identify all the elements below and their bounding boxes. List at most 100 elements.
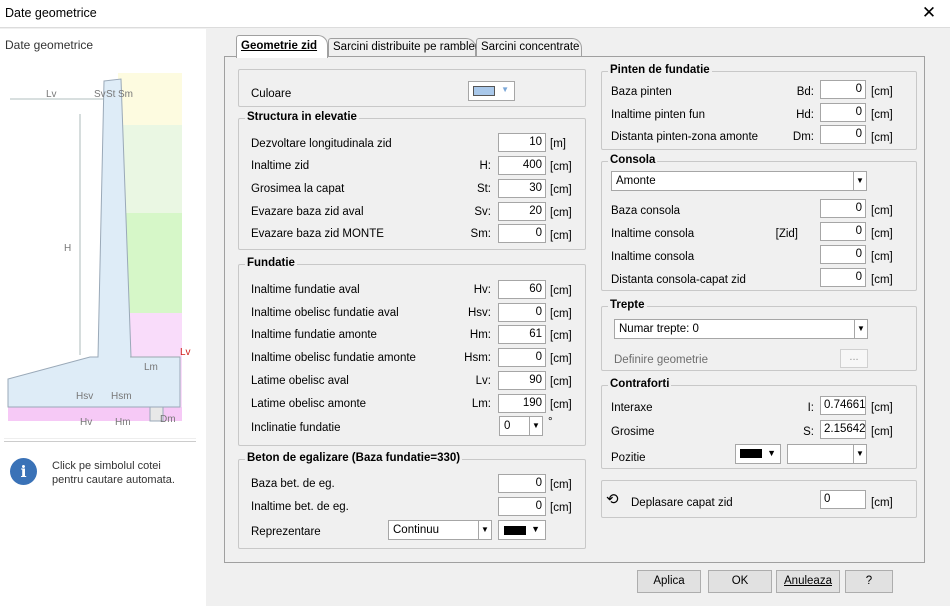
pinten-label-1: Inaltime pinten fun — [611, 109, 705, 121]
pinten-unit-0: [cm] — [871, 86, 893, 98]
fundatie-input-2[interactable]: 61 — [498, 325, 546, 344]
pozitie-label: Pozitie — [611, 452, 646, 464]
consola-input-0[interactable]: 0 — [820, 199, 866, 218]
fundatie-sym-4[interactable]: Lv: — [449, 375, 491, 387]
contraforti-input-0[interactable]: 0.74661! — [820, 396, 866, 415]
contraforti-sym-1[interactable]: S: — [772, 426, 814, 438]
beton-label-1: Inaltime bet. de eg. — [251, 501, 349, 513]
pozitie-select[interactable]: ▼ — [787, 444, 867, 464]
structura-title: Structura in elevatie — [245, 111, 359, 123]
reprezentare-select[interactable]: Continuu ▼ — [388, 520, 492, 540]
structura-input-2[interactable]: 30 — [498, 179, 546, 198]
dim-label-lm[interactable]: Lm — [144, 362, 158, 373]
close-icon[interactable]: ✕ — [914, 2, 944, 24]
fundatie-label-2: Inaltime fundatie amonte — [251, 329, 377, 341]
fundatie-input-0[interactable]: 60 — [498, 280, 546, 299]
tab-sarcini-distribuite[interactable]: Sarcini distribuite pe rambleu — [328, 38, 481, 57]
consola-label-1: Inaltime consola — [611, 228, 695, 240]
dim-label-hv[interactable]: Hv — [80, 417, 92, 428]
dim-label-sv[interactable]: Sv — [94, 89, 106, 100]
consola-sym-1[interactable]: [Zid] — [762, 228, 798, 240]
culoare-swatch — [473, 86, 495, 96]
dim-label-lv-red[interactable]: Lv — [180, 347, 191, 358]
dim-label-sm[interactable]: Sm — [118, 89, 133, 100]
consola-title: Consola — [608, 154, 658, 166]
consola-input-1[interactable]: 0 — [820, 222, 866, 241]
pinten-input-2[interactable]: 0 — [820, 125, 866, 144]
consola-input-2[interactable]: 0 — [820, 245, 866, 264]
deplasare-input[interactable]: 0 — [820, 490, 866, 509]
fundatie-input-4[interactable]: 90 — [498, 371, 546, 390]
chevron-down-icon[interactable]: ▼ — [853, 444, 866, 464]
structura-label-2: Grosimea la capat — [251, 183, 345, 195]
chevron-down-icon[interactable]: ▼ — [853, 171, 866, 191]
deplasare-group: ⟲ Deplasare capat zid 0 [cm] — [601, 480, 917, 518]
consola-unit-2: [cm] — [871, 251, 893, 263]
dim-label-st[interactable]: St — [106, 89, 116, 100]
pinten-sym-0[interactable]: Bd: — [772, 86, 814, 98]
pinten-sym-1[interactable]: Hd: — [772, 109, 814, 121]
trepte-select[interactable]: Numar trepte: 0 ▼ — [614, 319, 868, 339]
fundatie-sym-5[interactable]: Lm: — [449, 398, 491, 410]
chevron-down-icon[interactable]: ▼ — [529, 416, 542, 436]
anuleaza-button[interactable]: Anuleaza — [776, 570, 840, 593]
dim-label-hm[interactable]: Hm — [115, 417, 131, 428]
structura-input-0[interactable]: 10 — [498, 133, 546, 152]
pinten-title: Pinten de fundatie — [608, 64, 712, 76]
structura-group: Structura in elevatie Dezvoltare longitu… — [238, 111, 586, 250]
title-bar: Date geometrice ✕ — [0, 0, 950, 28]
fundatie-input-1[interactable]: 0 — [498, 303, 546, 322]
pinten-sym-2[interactable]: Dm: — [772, 131, 814, 143]
tab-panel-geometrie: Culoare ▼ Structura in elevatie Dezvolta… — [224, 56, 925, 563]
structura-label-0: Dezvoltare longitudinala zid — [251, 138, 392, 150]
culoare-picker[interactable]: ▼ — [468, 81, 515, 101]
ok-button[interactable]: OK — [708, 570, 772, 593]
beton-input-0[interactable]: 0 — [498, 474, 546, 493]
beton-group: Beton de egalizare (Baza fundatie=330) B… — [238, 452, 586, 549]
fundatie-input-5[interactable]: 190 — [498, 394, 546, 413]
structura-input-4[interactable]: 0 — [498, 224, 546, 243]
chevron-down-icon[interactable]: ▼ — [478, 520, 491, 540]
fundatie-input-3[interactable]: 0 — [498, 348, 546, 367]
structura-input-1[interactable]: 400 — [498, 156, 546, 175]
definire-geometrie-button[interactable]: ... — [840, 349, 868, 368]
beton-input-1[interactable]: 0 — [498, 497, 546, 516]
dim-label-dm[interactable]: Dm — [160, 414, 176, 425]
structura-sym-3[interactable]: Sv: — [449, 206, 491, 218]
contraforti-input-1[interactable]: 2.15642 — [820, 420, 866, 439]
structura-unit-3: [cm] — [550, 207, 572, 219]
consola-input-3[interactable]: 0 — [820, 268, 866, 287]
pinten-input-1[interactable]: 0 — [820, 103, 866, 122]
tab-geometrie-zid[interactable]: Geometrie zid — [236, 35, 328, 58]
dim-label-hsm[interactable]: Hsm — [111, 391, 132, 402]
dim-label-hsv[interactable]: Hsv — [76, 391, 93, 402]
hint-separator — [4, 441, 196, 442]
structura-sym-1[interactable]: H: — [449, 160, 492, 172]
wall-diagram[interactable]: Lv Sv St Sm H Lv Lm Hsv Hsm Hv Hm Dm Bd — [0, 59, 200, 439]
structura-input-3[interactable]: 20 — [498, 202, 546, 221]
fundatie-group: Fundatie Inaltime fundatie aval Hv: 60 [… — [238, 257, 586, 446]
definire-geometrie-label: Definire geometrie — [614, 354, 708, 366]
dim-label-lv[interactable]: Lv — [46, 89, 57, 100]
contraforti-sym-0[interactable]: I: — [772, 402, 814, 414]
aplica-button[interactable]: Aplica — [637, 570, 701, 593]
consola-select[interactable]: Amonte ▼ — [611, 171, 867, 191]
tab-sarcini-concentrate[interactable]: Sarcini concentrate — [476, 38, 582, 57]
chevron-down-icon[interactable]: ▼ — [854, 319, 867, 339]
inclinatie-spinner[interactable]: 0 ▼ — [499, 416, 543, 436]
fundatie-unit-0: [cm] — [550, 285, 572, 297]
help-button[interactable]: ? — [845, 570, 893, 593]
fundatie-sym-1[interactable]: Hsv: — [449, 307, 491, 319]
dim-label-h[interactable]: H — [64, 243, 71, 254]
fundatie-sym-3[interactable]: Hsm: — [449, 352, 491, 364]
contraforti-unit-1: [cm] — [871, 426, 893, 438]
fundatie-unit-4: [cm] — [550, 376, 572, 388]
pozitie-color-picker[interactable]: ▼ — [735, 444, 781, 464]
fundatie-sym-2[interactable]: Hm: — [449, 329, 491, 341]
pinten-input-0[interactable]: 0 — [820, 80, 866, 99]
fundatie-sym-0[interactable]: Hv: — [449, 284, 491, 296]
structura-sym-2[interactable]: St: — [449, 183, 491, 195]
structura-label-3: Evazare baza zid aval — [251, 206, 364, 218]
structura-sym-4[interactable]: Sm: — [449, 228, 491, 240]
reprezentare-color-picker[interactable]: ▼ — [498, 520, 546, 540]
